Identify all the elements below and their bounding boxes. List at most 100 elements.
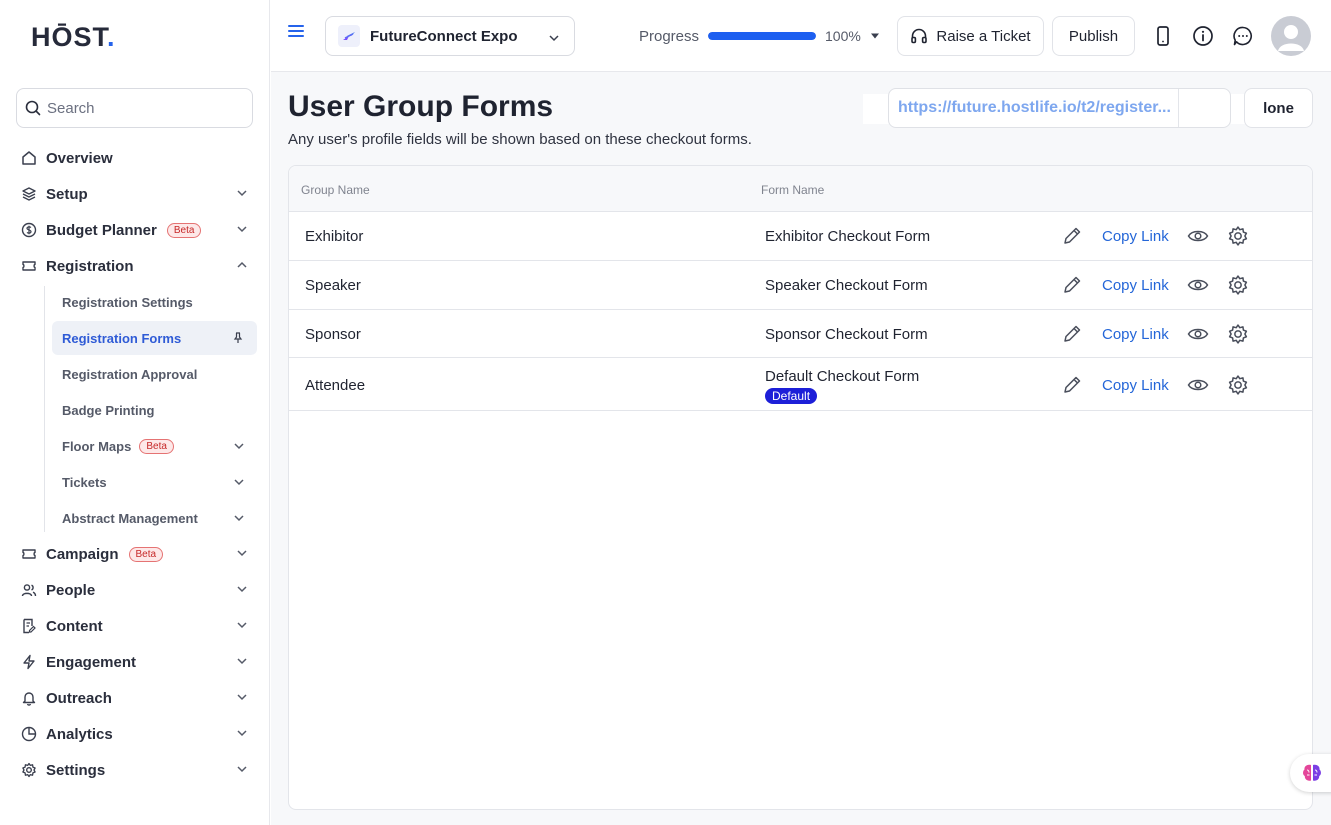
chevron-down-icon — [236, 187, 248, 199]
event-name: FutureConnect Expo — [370, 27, 518, 45]
sidebar-item-content[interactable]: Content — [20, 612, 256, 640]
clone-button[interactable]: lone — [1244, 88, 1313, 128]
layers-icon — [20, 185, 38, 203]
progress-bar-fill — [708, 32, 816, 40]
eye-icon[interactable] — [1187, 226, 1209, 246]
hamburger-menu-icon[interactable] — [288, 24, 304, 38]
lightning-icon — [20, 653, 38, 671]
host-logo[interactable]: HŌST. — [31, 22, 116, 53]
caret-down-icon[interactable] — [870, 33, 880, 39]
sidebar-item-setup[interactable]: Setup — [20, 180, 256, 208]
gear-icon[interactable] — [1227, 323, 1249, 345]
sidebar-item-people[interactable]: People — [20, 576, 256, 604]
form-name: Default Checkout Form — [765, 368, 920, 385]
chevron-down-icon — [236, 583, 248, 595]
sidebar-item-registration[interactable]: Registration — [20, 252, 256, 280]
sidebar-subitem-label: Floor Maps — [62, 438, 132, 454]
beta-badge: Beta — [128, 546, 164, 562]
beta-badge: Beta — [139, 438, 174, 454]
chevron-down-icon — [236, 619, 248, 631]
brain-icon — [1301, 763, 1323, 783]
sidebar-item-outreach[interactable]: Outreach — [20, 684, 256, 712]
sidebar-item-analytics[interactable]: Analytics — [20, 720, 256, 748]
sidebar-subitem-label: Abstract Management — [62, 510, 198, 526]
sidebar-subitem-abstract-management[interactable]: Abstract Management — [52, 501, 257, 535]
group-name: Speaker — [305, 277, 361, 294]
user-group-forms-table: Group Name Form Name Exhibitor Exhibitor… — [288, 165, 1313, 810]
logo-text: HŌST — [31, 22, 108, 52]
sidebar-subitem-registration-forms[interactable]: Registration Forms — [52, 321, 257, 355]
pencil-icon[interactable] — [1061, 225, 1083, 247]
sidebar-item-label: Budget Planner — [46, 221, 157, 239]
copy-link-button[interactable]: Copy Link — [1102, 228, 1169, 245]
chevron-down-icon — [236, 223, 248, 235]
sidebar-subitem-tickets[interactable]: Tickets — [52, 465, 257, 499]
copy-link-button[interactable]: Copy Link — [1102, 377, 1169, 394]
pencil-icon[interactable] — [1061, 323, 1083, 345]
chevron-down-icon — [236, 655, 248, 667]
chevron-down-icon — [236, 547, 248, 559]
search-input[interactable] — [47, 99, 237, 117]
mobile-phone-icon[interactable] — [1155, 25, 1171, 47]
chat-icon[interactable] — [1232, 25, 1254, 47]
logo-dot: . — [107, 22, 116, 52]
home-icon — [20, 149, 38, 167]
pencil-icon[interactable] — [1061, 374, 1083, 396]
eye-icon[interactable] — [1187, 324, 1209, 344]
sidebar-subitem-badge-printing[interactable]: Badge Printing — [52, 393, 257, 427]
copy-link-button[interactable]: Copy Link — [1102, 326, 1169, 343]
beta-badge: Beta — [166, 222, 202, 238]
info-icon[interactable] — [1192, 25, 1214, 47]
form-name: Exhibitor Checkout Form — [765, 228, 931, 245]
submenu-guide-line — [44, 286, 45, 532]
publish-button[interactable]: Publish — [1052, 16, 1135, 56]
raise-ticket-button[interactable]: Raise a Ticket — [897, 16, 1044, 56]
registration-link[interactable]: https://future.hostlife.io/t2/register..… — [898, 99, 1171, 117]
eye-icon[interactable] — [1187, 375, 1209, 395]
sidebar-item-budget-planner[interactable]: Budget Planner Beta — [20, 216, 256, 244]
sidebar-subitem-label: Registration Settings — [62, 294, 193, 310]
group-name: Attendee — [305, 377, 366, 394]
sidebar-subitem-registration-approval[interactable]: Registration Approval — [52, 357, 257, 391]
table-row: Sponsor Sponsor Checkout Form Copy Link — [289, 310, 1312, 358]
chevron-down-icon — [548, 32, 560, 44]
chevron-down-icon — [233, 512, 245, 524]
sidebar-item-engagement[interactable]: Engagement — [20, 648, 256, 676]
sidebar-item-label: People — [46, 581, 96, 599]
ticket-icon — [20, 257, 38, 275]
pencil-icon[interactable] — [1061, 274, 1083, 296]
eye-icon[interactable] — [1187, 275, 1209, 295]
sidebar-item-campaign[interactable]: Campaign Beta — [20, 540, 256, 568]
sidebar-item-overview[interactable]: Overview — [20, 144, 256, 172]
chevron-down-icon — [236, 763, 248, 775]
floating-assistant-button[interactable] — [1290, 754, 1331, 792]
gear-icon[interactable] — [1227, 274, 1249, 296]
form-name-cell: Default Checkout Form Default — [765, 368, 919, 404]
pin-icon[interactable] — [233, 332, 243, 344]
group-name: Exhibitor — [305, 228, 364, 245]
gear-icon — [20, 761, 38, 779]
user-avatar[interactable] — [1271, 16, 1311, 56]
column-header-form: Form Name — [761, 183, 825, 197]
table-row: Exhibitor Exhibitor Checkout Form Copy L… — [289, 212, 1312, 261]
sidebar-item-label: Outreach — [46, 689, 112, 707]
sidebar-item-label: Settings — [46, 761, 106, 779]
headphones-icon — [910, 27, 936, 45]
event-selector[interactable]: FutureConnect Expo — [325, 16, 575, 56]
sidebar-item-label: Overview — [46, 149, 113, 167]
main-content: User Group Forms Any user's profile fiel… — [271, 72, 1331, 825]
search-icon — [25, 100, 47, 116]
column-header-group: Group Name — [301, 183, 370, 197]
sidebar-item-settings[interactable]: Settings — [20, 756, 256, 784]
gear-icon[interactable] — [1227, 374, 1249, 396]
sidebar-subitem-registration-settings[interactable]: Registration Settings — [52, 285, 257, 319]
raise-ticket-label: Raise a Ticket — [936, 27, 1031, 45]
sidebar: HŌST. Overview Setup Budget Planner Beta… — [0, 0, 270, 825]
gear-icon[interactable] — [1227, 225, 1249, 247]
sidebar-item-label: Setup — [46, 185, 88, 203]
sidebar-search — [16, 88, 253, 128]
event-logo-icon — [338, 25, 360, 47]
copy-link-button[interactable]: Copy Link — [1102, 277, 1169, 294]
sidebar-subitem-floor-maps[interactable]: Floor Maps Beta — [52, 429, 257, 463]
group-name: Sponsor — [305, 326, 361, 343]
